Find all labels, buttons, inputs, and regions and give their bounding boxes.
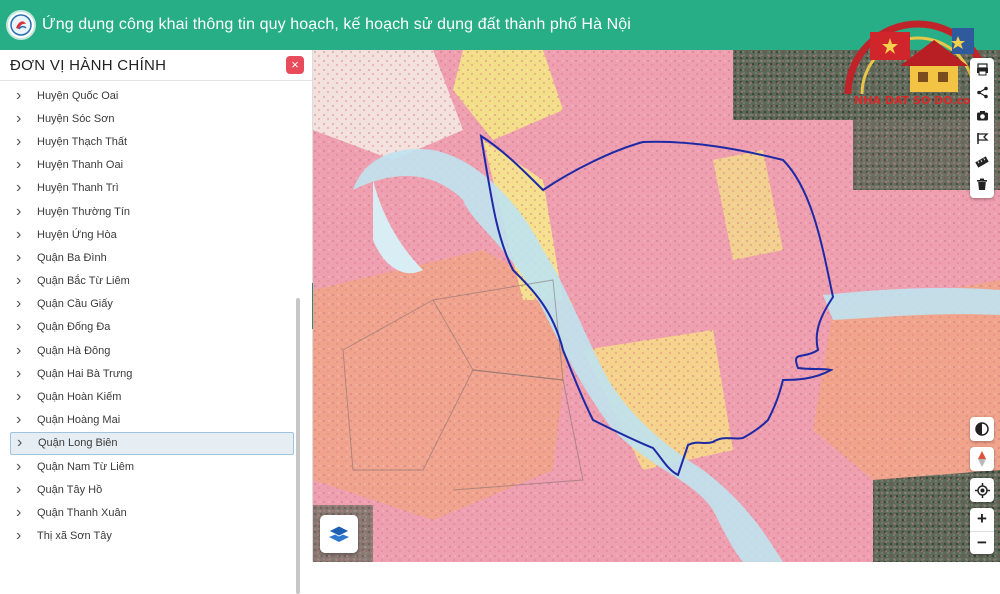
chevron-right-icon: › [16, 272, 22, 290]
list-item[interactable]: › Quận Cầu Giấy [0, 293, 300, 316]
map-toolbar [970, 58, 994, 198]
chevron-right-icon: › [16, 109, 22, 127]
admin-unit-panel: ĐƠN VỊ HÀNH CHÍNH × › Huyện Quốc Oai › Huyệ… [0, 50, 313, 594]
list-item[interactable]: › Thị xã Sơn Tây [0, 525, 300, 548]
panel-header: ĐƠN VỊ HÀNH CHÍNH × [0, 50, 312, 81]
list-item-label: Quận Tây Hồ [37, 483, 103, 496]
close-panel-button[interactable]: × [286, 56, 304, 74]
flag-icon[interactable] [970, 127, 994, 150]
share-icon[interactable] [970, 81, 994, 104]
chevron-right-icon: › [16, 364, 22, 382]
list-item[interactable]: › Huyện Thạch Thất [0, 130, 300, 153]
zoom-out-button[interactable]: − [970, 532, 994, 555]
brand-text: NHA DAT SO DO.com [854, 94, 982, 107]
layers-icon [328, 525, 350, 542]
list-item[interactable]: › Quận Thanh Xuân [0, 501, 300, 524]
camera-icon[interactable] [970, 104, 994, 127]
list-item-label: Huyện Thanh Oai [37, 159, 124, 172]
chevron-right-icon: › [16, 411, 22, 429]
list-item[interactable]: › Huyện Thanh Oai [0, 154, 300, 177]
list-item-label: Quận Hai Bà Trưng [37, 367, 133, 380]
list-item-label: Quận Cầu Giấy [37, 298, 113, 311]
list-item[interactable]: › Huyện Ứng Hòa [0, 223, 300, 246]
trash-icon[interactable] [970, 173, 994, 196]
layer-switcher-button[interactable] [320, 515, 358, 553]
list-item-label: Quận Hà Đông [37, 344, 111, 357]
map-canvas[interactable] [313, 50, 1000, 562]
list-item[interactable]: › Quận Bắc Từ Liêm [0, 270, 300, 293]
list-item[interactable]: › Quận Đống Đa [0, 316, 300, 339]
list-item[interactable]: › Quận Hai Bà Trưng [0, 362, 300, 385]
chevron-right-icon: › [16, 295, 22, 313]
list-item-label: Huyện Sóc Sơn [37, 112, 115, 125]
list-item-label: Thị xã Sơn Tây [37, 530, 112, 543]
list-item-label: Quận Ba Đình [37, 251, 107, 264]
ruler-icon[interactable] [970, 150, 994, 173]
app-title: Ứng dụng công khai thông tin quy hoạch, … [42, 16, 631, 33]
app-logo [6, 10, 36, 40]
chevron-right-icon: › [16, 503, 22, 521]
print-icon[interactable] [970, 58, 994, 81]
locate-button[interactable] [970, 478, 994, 502]
list-item[interactable]: › Huyện Sóc Sơn [0, 107, 300, 130]
panel-scrollbar[interactable] [296, 298, 300, 594]
chevron-right-icon: › [16, 86, 22, 104]
chevron-right-icon: › [16, 132, 22, 150]
list-item[interactable]: › Quận Hoàn Kiếm [0, 385, 300, 408]
list-item[interactable]: › Huyện Thường Tín [0, 200, 300, 223]
list-item[interactable]: › Quận Hoàng Mai [0, 409, 300, 432]
list-item[interactable]: › Huyện Quốc Oai [0, 84, 300, 107]
chevron-right-icon: › [16, 318, 22, 336]
compass-button[interactable] [970, 447, 994, 471]
list-item[interactable]: › Quận Ba Đình [0, 246, 300, 269]
list-item-label: Quận Hoàn Kiếm [37, 391, 122, 404]
chevron-right-icon: › [16, 248, 22, 266]
list-item[interactable]: › Quận Long Biên [10, 431, 294, 455]
chevron-right-icon: › [17, 434, 23, 452]
chevron-right-icon: › [16, 156, 22, 174]
zoom-control: + − [970, 508, 994, 554]
chevron-right-icon: › [16, 225, 22, 243]
list-item-label: Huyện Thanh Trì [37, 182, 119, 195]
chevron-right-icon: › [16, 480, 22, 498]
chevron-right-icon: › [16, 341, 22, 359]
list-item[interactable]: › Quận Nam Từ Liêm [0, 455, 300, 478]
list-item[interactable]: › Huyện Thanh Trì [0, 177, 300, 200]
locate-icon [974, 482, 990, 498]
contrast-icon [975, 422, 989, 436]
compass-icon [978, 451, 986, 467]
chevron-right-icon: › [16, 202, 22, 220]
chevron-right-icon: › [16, 179, 22, 197]
list-item-label: Huyện Thạch Thất [37, 135, 128, 148]
panel-title: ĐƠN VỊ HÀNH CHÍNH [10, 56, 167, 74]
chevron-right-icon: › [16, 457, 22, 475]
list-item[interactable]: › Quận Tây Hồ [0, 478, 300, 501]
chevron-right-icon: › [16, 388, 22, 406]
list-item-label: Huyện Thường Tín [37, 205, 131, 218]
list-item-label: Quận Long Biên [38, 437, 118, 450]
contrast-button[interactable] [970, 417, 994, 441]
list-item-label: Quận Bắc Từ Liêm [37, 275, 130, 288]
list-item-label: Huyện Ứng Hòa [37, 228, 117, 241]
zoom-in-button[interactable]: + [970, 508, 994, 532]
list-item-label: Quận Thanh Xuân [37, 506, 127, 519]
chevron-right-icon: › [16, 527, 22, 545]
admin-unit-list: › Huyện Quốc Oai › Huyện Sóc Sơn › Huyện Thạc… [0, 84, 300, 548]
list-item[interactable]: › Quận Hà Đông [0, 339, 300, 362]
land-use-map [313, 50, 1000, 562]
list-item-label: Quận Đống Đa [37, 321, 111, 334]
list-item-label: Quận Hoàng Mai [37, 414, 121, 427]
list-item-label: Quận Nam Từ Liêm [37, 460, 135, 473]
list-item-label: Huyện Quốc Oai [37, 89, 119, 102]
